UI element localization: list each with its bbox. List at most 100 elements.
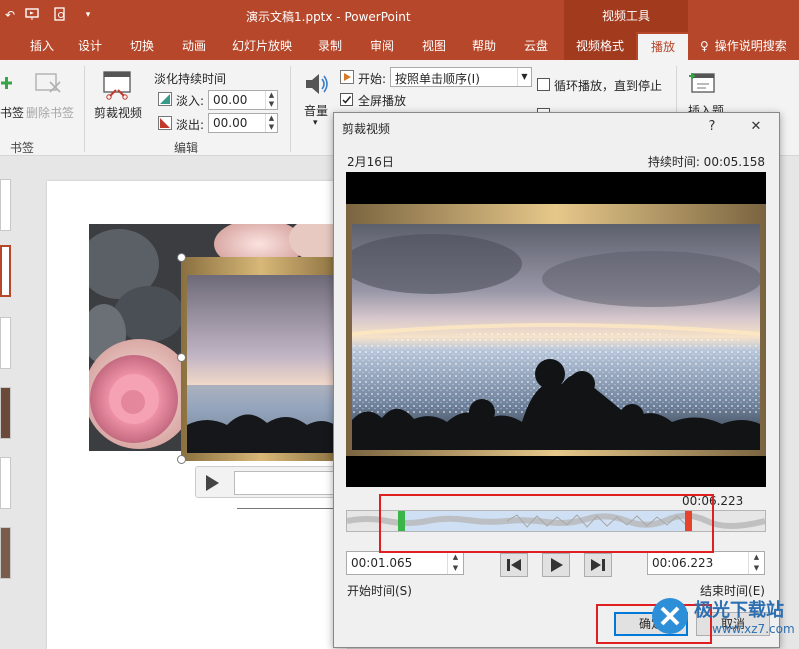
trim-video-button[interactable]: 剪裁视频 xyxy=(94,104,142,121)
lightbulb-icon: ♀ xyxy=(700,39,709,53)
watermark-brand: 极光下载站 xyxy=(694,600,784,621)
slide-video[interactable] xyxy=(181,257,341,461)
video-preview xyxy=(346,172,766,487)
video-picture xyxy=(346,204,766,456)
document-title: 演示文稿1.pptx - PowerPoint xyxy=(246,10,411,24)
fade-out-label: 淡出: xyxy=(176,118,205,132)
resize-handle[interactable] xyxy=(177,253,186,262)
slide-divider-line xyxy=(237,508,347,509)
fade-out-icon xyxy=(158,116,172,133)
tab-playback[interactable]: 播放 xyxy=(638,32,688,60)
loop-checkbox[interactable] xyxy=(537,78,550,91)
fullscreen-checkbox[interactable] xyxy=(340,93,353,106)
play-icon[interactable] xyxy=(204,474,220,495)
tab-record[interactable]: 录制 xyxy=(312,32,348,60)
add-bookmark-button[interactable]: 书签 xyxy=(0,104,24,121)
tab-insert[interactable]: 插入 xyxy=(24,32,60,60)
volume-button[interactable]: 音量 xyxy=(304,102,328,119)
slide-thumbnail[interactable] xyxy=(0,179,11,231)
tab-video-format[interactable]: 视频格式 xyxy=(564,32,636,60)
insert-caption-icon xyxy=(688,70,718,101)
start-dropdown-value: 按照单击顺序(I) xyxy=(395,72,480,86)
resize-handle[interactable] xyxy=(177,455,186,464)
loop-label: 循环播放，直到停止 xyxy=(554,79,663,93)
tab-design[interactable]: 设计 xyxy=(72,32,108,60)
tab-transitions[interactable]: 切换 xyxy=(124,32,160,60)
tab-slideshow[interactable]: 幻灯片放映 xyxy=(228,32,296,60)
tab-review[interactable]: 审阅 xyxy=(364,32,400,60)
spinner-arrows-icon[interactable]: ▲ ▼ xyxy=(447,552,463,574)
tab-animations[interactable]: 动画 xyxy=(176,32,212,60)
slide-thumbnail-selected[interactable] xyxy=(0,245,11,297)
slide-video-controls xyxy=(195,466,345,498)
edit-group-label: 编辑 xyxy=(174,141,199,155)
undo-icon[interactable]: ↶ xyxy=(2,7,18,23)
site-watermark: 极光下载站 www.xz7.com xyxy=(650,594,796,646)
close-icon[interactable]: ✕ xyxy=(746,117,766,137)
remove-bookmark-button[interactable]: 删除书签 xyxy=(26,104,74,121)
video-file-name: 2月16日 xyxy=(347,155,394,169)
volume-icon xyxy=(304,70,330,101)
duration-readout: 持续时间: 00:05.158 xyxy=(647,155,765,169)
watermark-url: www.xz7.com xyxy=(712,622,795,636)
customize-qat-icon[interactable]: ▾ xyxy=(80,7,96,23)
group-divider xyxy=(84,66,85,152)
tell-me-label: 操作说明搜索 xyxy=(714,39,787,53)
trim-video-dialog: 剪裁视频 ? ✕ 2月16日 持续时间: 00:05.158 00:06.223… xyxy=(333,112,780,648)
end-time-value: 00:06.223 xyxy=(652,556,714,570)
tab-cloud[interactable]: 云盘 xyxy=(518,32,554,60)
chevron-down-icon: ▼ xyxy=(517,68,531,86)
start-dropdown[interactable]: 按照单击顺序(I) ▼ xyxy=(390,67,532,87)
fade-in-spinner[interactable]: 00.00 ▲ ▼ xyxy=(208,90,278,110)
remove-bookmark-icon xyxy=(34,72,64,97)
start-play-icon xyxy=(340,70,354,87)
print-preview-icon[interactable] xyxy=(52,7,68,23)
fade-duration-label: 淡化持续时间 xyxy=(154,72,227,86)
present-from-start-icon[interactable] xyxy=(24,7,40,23)
start-label: 开始: xyxy=(358,72,387,86)
tab-view[interactable]: 视图 xyxy=(416,32,452,60)
previous-frame-icon xyxy=(507,559,521,571)
highlight-box-timeline xyxy=(379,494,714,553)
slide-thumbnail[interactable] xyxy=(0,317,11,369)
resize-handle[interactable] xyxy=(177,353,186,362)
slide-thumbnail[interactable] xyxy=(0,387,11,439)
spinner-arrows-icon[interactable]: ▲ ▼ xyxy=(265,114,277,132)
next-frame-button[interactable] xyxy=(584,553,612,577)
next-frame-icon xyxy=(591,559,605,571)
fade-out-value: 00.00 xyxy=(213,116,248,130)
slide-video-progress[interactable] xyxy=(234,471,344,495)
fullscreen-label: 全屏播放 xyxy=(358,94,407,108)
video-tools-header: 视频工具 xyxy=(564,0,688,32)
watermark-logo-icon xyxy=(652,598,688,634)
bookmarks-group-label: 书签 xyxy=(10,141,35,155)
title-bar: ↶ ▾ 演示文稿1.pptx - PowerPoint 视频工具 xyxy=(0,0,799,32)
end-time-field[interactable]: 00:06.223 ▲ ▼ xyxy=(647,551,765,575)
tab-help[interactable]: 帮助 xyxy=(466,32,502,60)
play-preview-button[interactable] xyxy=(542,553,570,577)
slide-canvas[interactable] xyxy=(47,181,347,649)
group-divider xyxy=(290,66,291,152)
help-button[interactable]: ? xyxy=(702,117,722,137)
fade-in-label: 淡入: xyxy=(176,94,205,108)
trim-video-icon xyxy=(102,68,132,103)
tell-me-search[interactable]: ♀ 操作说明搜索 xyxy=(700,32,799,60)
fade-out-spinner[interactable]: 00.00 ▲ ▼ xyxy=(208,113,278,133)
previous-frame-button[interactable] xyxy=(500,553,528,577)
slide-thumbnail[interactable] xyxy=(0,527,11,579)
play-icon xyxy=(551,558,563,572)
slide-thumbnails xyxy=(0,157,12,649)
start-time-value: 00:01.065 xyxy=(351,556,413,570)
ribbon-tabs: 插入 设计 切换 动画 幻灯片放映 录制 审阅 视图 帮助 云盘 视频格式 播放… xyxy=(0,32,799,60)
start-time-field[interactable]: 00:01.065 ▲ ▼ xyxy=(346,551,464,575)
slide-video-frame xyxy=(187,275,335,453)
spinner-arrows-icon[interactable]: ▲ ▼ xyxy=(265,91,277,109)
spinner-arrows-icon[interactable]: ▲ ▼ xyxy=(748,552,764,574)
add-bookmark-icon xyxy=(0,74,14,97)
volume-dropdown-icon[interactable]: ▾ xyxy=(313,118,318,128)
fade-in-value: 00.00 xyxy=(213,93,248,107)
fade-in-icon xyxy=(158,92,172,109)
start-time-label: 开始时间(S) xyxy=(347,584,412,598)
video-scene xyxy=(352,224,760,450)
slide-thumbnail[interactable] xyxy=(0,457,11,509)
